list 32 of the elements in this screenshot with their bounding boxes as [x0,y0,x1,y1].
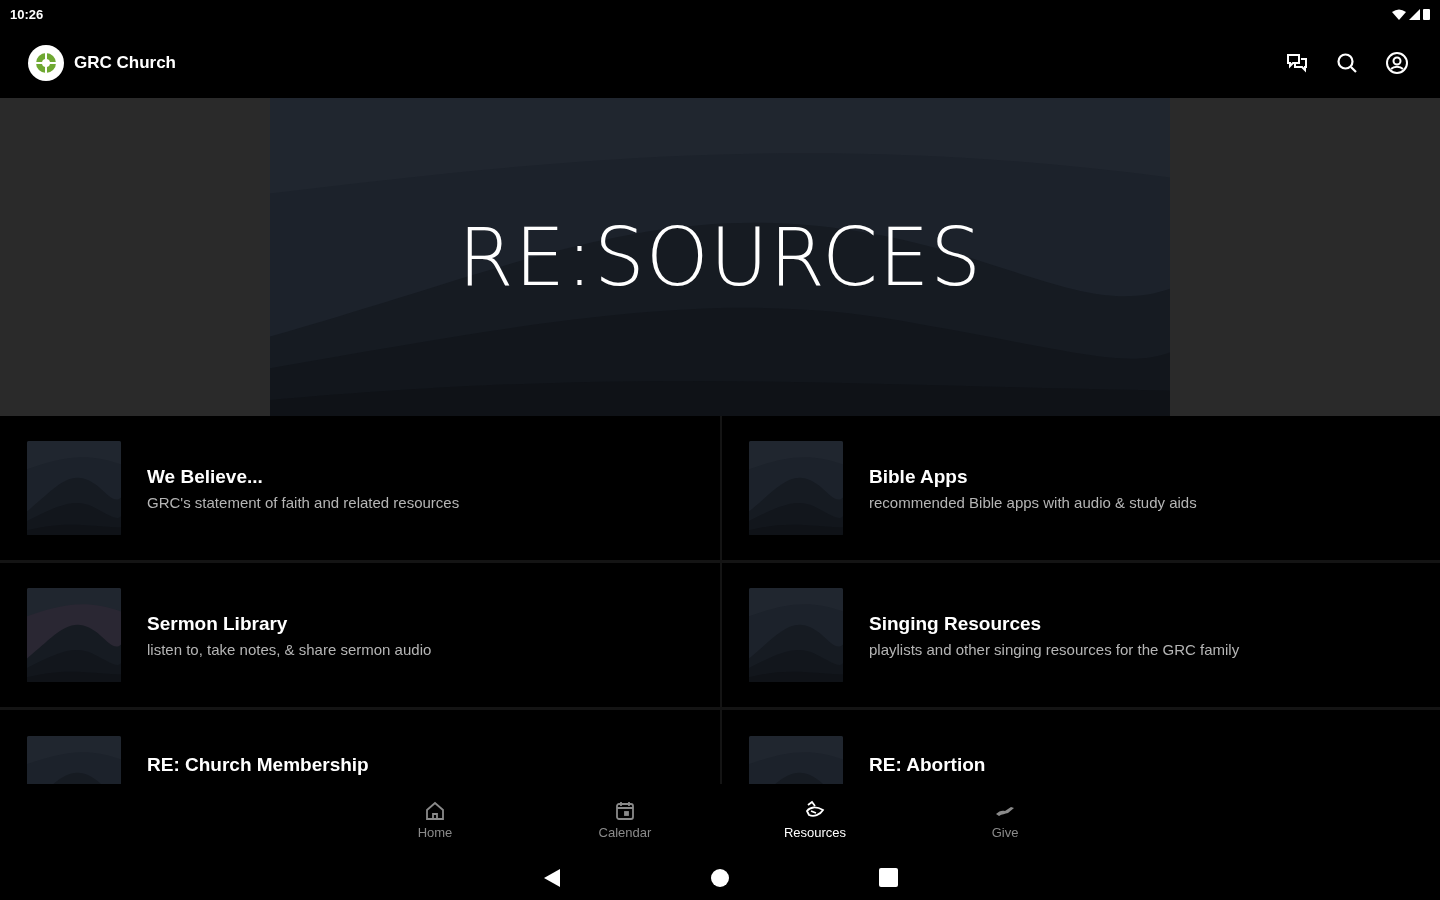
resource-title: RE: Church Membership [147,754,369,776]
nav-tab[interactable]: Calendar [530,784,720,855]
resource-subtitle: GRC's statement of faith and related resources [147,493,460,511]
wifi-icon [1392,8,1406,20]
battery-icon [1423,8,1430,20]
calendar-icon [613,799,637,823]
back-icon[interactable] [542,867,561,888]
resource-title: We Believe... [147,465,264,488]
home-button-icon[interactable] [710,868,729,887]
resource-item[interactable]: RE: Abortion [720,710,1440,784]
nav-tab[interactable]: Give [910,784,1100,855]
resource-item[interactable]: Sermon Library listen to, take notes, & share sermon audio [0,563,720,710]
home-icon [423,799,447,823]
resource-subtitle: recommended Bible apps with audio & study aids [869,493,1197,511]
nav-tab[interactable]: Resources [720,784,910,855]
resource-item[interactable]: Bible Apps recommended Bible apps with audio & study aids [720,416,1440,563]
resource-item[interactable]: We Believe... GRC's statement of faith and related resources [0,416,720,563]
church-logo [28,45,64,81]
signal-icon [1409,8,1420,20]
recents-icon[interactable] [878,868,898,887]
resource-item[interactable]: Singing Resources playlists and other singing resources for the GRC family [720,563,1440,710]
status-time: 10:26 [10,6,44,22]
app-title: GRC Church [74,53,176,73]
resource-title: Singing Resources [869,612,1043,635]
resource-title: Bible Apps [869,465,969,488]
banner-title: RE:SOURCES [457,210,983,304]
resource-subtitle: listen to, take notes, & share sermon audio [147,640,432,658]
resource-item[interactable]: RE: Church Membership [0,710,720,784]
resource-title: RE: Abortion [869,754,986,776]
resource-subtitle: playlists and other singing resources for the GRC family [869,640,1240,658]
nav-tab[interactable]: Home [340,784,530,855]
resource-title: Sermon Library [147,612,289,635]
